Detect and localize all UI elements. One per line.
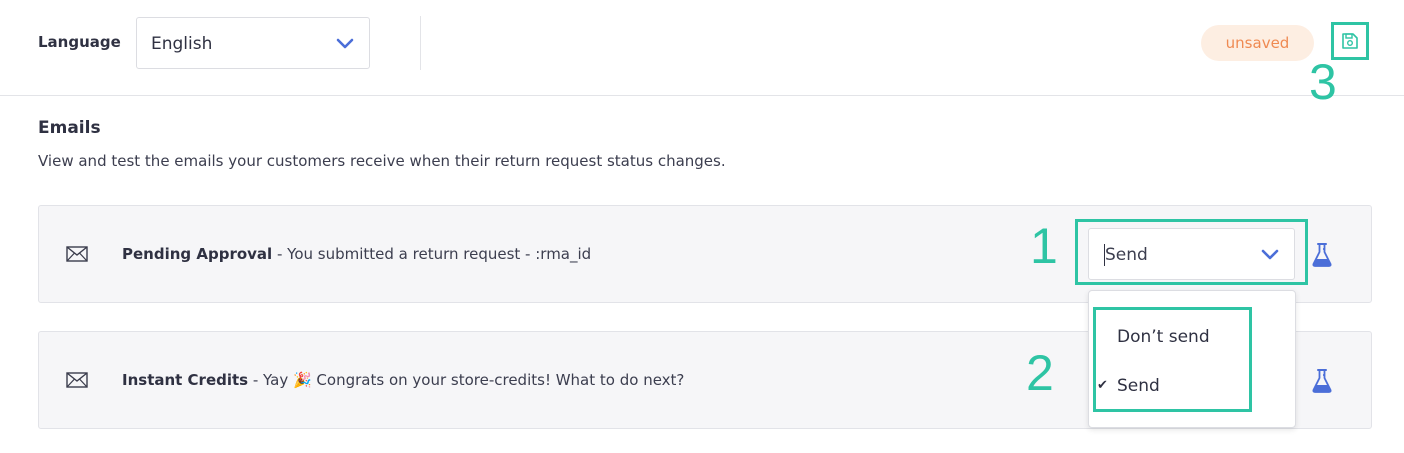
annotation-number-1: 1 [1030,218,1058,274]
email-subject: - Yay 🎉 Congrats on your store-credits! … [248,371,685,389]
language-label: Language [38,33,121,51]
email-title: Pending Approval [122,245,273,263]
send-select[interactable]: Send [1088,228,1295,280]
top-bar: Language English unsaved [0,0,1404,96]
mail-icon [66,372,88,388]
language-select-value: English [151,34,213,54]
save-icon [1342,33,1358,49]
email-row-text: Pending Approval - You submitted a retur… [122,245,591,263]
annotation-number-2: 2 [1026,345,1054,401]
dropdown-option-dont-send[interactable]: Don’t send [1117,327,1210,347]
flask-icon[interactable] [1311,242,1333,268]
annotation-highlight-dropdown [1093,307,1252,412]
emails-section-title: Emails [38,118,101,138]
emails-section-description: View and test the emails your customers … [38,152,726,170]
email-subject: - You submitted a return request - :rma_… [272,245,592,263]
flask-icon[interactable] [1311,368,1333,394]
chevron-down-icon [1261,249,1279,260]
unsaved-status-badge: unsaved [1201,25,1314,61]
email-title: Instant Credits [122,371,249,389]
chevron-down-icon [336,38,354,49]
language-select[interactable]: English [136,17,370,69]
email-row-text: Instant Credits - Yay 🎉 Congrats on your… [122,371,684,389]
send-select-value: Send [1105,245,1148,265]
annotation-number-3: 3 [1309,54,1337,110]
mail-icon [66,246,88,262]
vertical-divider [420,16,421,70]
checkmark-icon: ✔ [1097,378,1108,393]
dropdown-option-send[interactable]: Send [1117,376,1160,396]
